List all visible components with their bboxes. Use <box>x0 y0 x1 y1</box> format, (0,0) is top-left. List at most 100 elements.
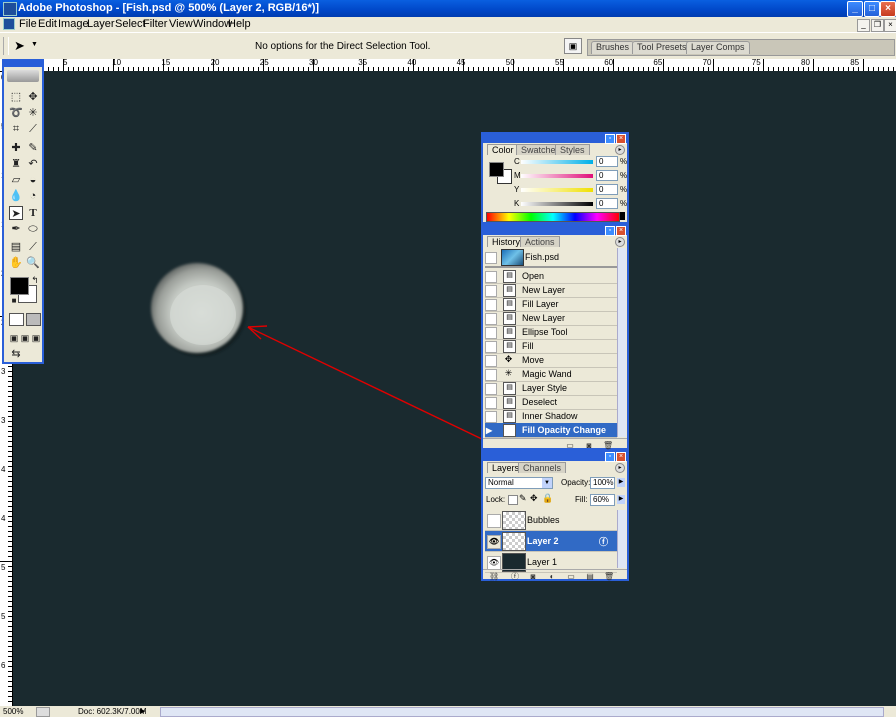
color-spectrum-bar[interactable] <box>486 212 620 222</box>
standard-mode-icon[interactable] <box>9 313 24 326</box>
maximize-button[interactable]: □ <box>864 1 880 17</box>
full-screen-mode-icon[interactable]: ▣ <box>29 331 43 345</box>
history-state[interactable]: ▤ Inner Shadow <box>485 409 617 424</box>
history-source-checkbox[interactable] <box>485 341 497 353</box>
color-palette-header[interactable]: ▫ × <box>483 134 627 144</box>
new-layer-icon[interactable]: ▤ <box>585 572 595 581</box>
dodge-tool-icon[interactable]: ◔ <box>26 189 40 203</box>
lock-transparent-icon[interactable] <box>508 495 518 505</box>
slice-tool-icon[interactable]: ⟋ <box>26 122 40 136</box>
opacity-slider-icon[interactable]: ▶ <box>617 478 625 487</box>
opacity-field[interactable]: 100% <box>590 477 615 489</box>
layers-palette-menu-icon[interactable]: ▸ <box>615 463 625 473</box>
crop-tool-icon[interactable]: ⌗ <box>9 122 23 136</box>
document-canvas[interactable] <box>13 71 896 706</box>
snapshot-source-checkbox[interactable] <box>485 252 497 264</box>
notes-tool-icon[interactable]: ▤ <box>9 240 23 254</box>
well-tab-tool-presets[interactable]: Tool Presets <box>632 41 692 54</box>
history-palette-header[interactable]: ▫ × <box>483 226 627 236</box>
history-state[interactable]: ▤ Fill <box>485 339 617 354</box>
eyedropper-tool-icon[interactable]: ⟋ <box>26 240 40 254</box>
fill-slider-icon[interactable]: ▶ <box>617 495 625 504</box>
healing-brush-tool-icon[interactable]: ✚ <box>9 141 23 155</box>
history-state[interactable]: ✳ Magic Wand <box>485 367 617 382</box>
menu-image[interactable]: Image <box>58 18 89 30</box>
channel-k-slider[interactable] <box>521 202 593 206</box>
type-tool-icon[interactable]: T <box>26 206 40 220</box>
menu-help[interactable]: Help <box>228 18 251 30</box>
fill-field[interactable]: 60% <box>590 494 615 506</box>
lock-all-icon[interactable]: 🔒 <box>542 493 553 504</box>
lock-image-icon[interactable]: ✎ <box>519 493 527 504</box>
history-palette-minimize-icon[interactable]: ▫ <box>605 226 615 236</box>
new-snapshot-icon[interactable]: ◙ <box>584 441 594 450</box>
direct-selection-tool-button[interactable]: ➤ <box>9 206 23 220</box>
hand-tool-icon[interactable]: ✋ <box>9 256 23 270</box>
lasso-tool-icon[interactable]: ➰ <box>9 106 23 120</box>
history-source-checkbox[interactable] <box>485 397 497 409</box>
status-menu-icon[interactable]: ▶ <box>140 707 148 715</box>
menu-edit[interactable]: Edit <box>38 18 57 30</box>
color-palette-minimize-icon[interactable]: ▫ <box>605 134 615 144</box>
paint-bucket-tool-icon[interactable]: ◒ <box>26 173 40 187</box>
history-source-checkbox[interactable] <box>485 313 497 325</box>
adobe-online-icon[interactable] <box>7 70 39 82</box>
pen-tool-icon[interactable]: ✒ <box>9 222 23 236</box>
minimize-button[interactable]: _ <box>847 1 863 17</box>
new-document-from-state-icon[interactable]: ▭ <box>565 441 575 450</box>
ellipse-tool-icon[interactable]: ⬭ <box>26 222 40 236</box>
well-tab-brushes[interactable]: Brushes <box>591 41 635 54</box>
history-state[interactable]: ▤ New Layer <box>485 283 617 298</box>
brush-tool-icon[interactable]: ✎ <box>26 141 40 155</box>
channel-m-slider[interactable] <box>521 174 593 178</box>
blur-tool-icon[interactable]: 💧 <box>9 189 23 203</box>
menu-layer[interactable]: Layer <box>87 18 115 30</box>
doc-restore-icon[interactable]: ❐ <box>871 19 884 32</box>
color-fg-swatch[interactable] <box>489 162 504 177</box>
default-colors-icon[interactable]: ■ <box>7 294 21 308</box>
menu-file[interactable]: File <box>19 18 37 30</box>
tab-channels[interactable]: Channels <box>518 462 567 473</box>
doc-close-icon[interactable]: × <box>884 19 896 32</box>
history-state-selected[interactable]: ▶ ▤ Fill Opacity Change <box>485 423 617 438</box>
history-state-slider-icon[interactable]: ▶ <box>486 426 492 435</box>
link-layers-icon[interactable]: ⛓ <box>489 572 499 581</box>
channel-y-slider[interactable] <box>521 188 593 192</box>
history-state[interactable]: ▤ New Layer <box>485 311 617 326</box>
history-source-checkbox[interactable] <box>485 299 497 311</box>
eraser-tool-icon[interactable]: ▱ <box>9 173 23 187</box>
history-source-checkbox[interactable] <box>485 369 497 381</box>
add-layer-mask-icon[interactable]: ◙ <box>528 572 538 581</box>
history-brush-tool-icon[interactable]: ↶ <box>26 157 40 171</box>
history-state[interactable]: ▤ Deselect <box>485 395 617 410</box>
tab-styles[interactable]: Styles <box>555 144 590 155</box>
layers-palette-close-icon[interactable]: × <box>616 452 626 462</box>
history-source-checkbox[interactable] <box>485 383 497 395</box>
channel-y-field[interactable]: 0 <box>596 184 618 195</box>
zoom-level[interactable]: 500% <box>3 707 23 716</box>
history-state[interactable]: ✥ Move <box>485 353 617 368</box>
marquee-tool-icon[interactable]: ⬚ <box>9 90 23 104</box>
tab-actions[interactable]: Actions <box>520 236 560 247</box>
history-source-checkbox[interactable] <box>485 271 497 283</box>
well-tab-layer-comps[interactable]: Layer Comps <box>686 41 750 54</box>
options-grip[interactable] <box>3 37 9 55</box>
layers-palette-minimize-icon[interactable]: ▫ <box>605 452 615 462</box>
tool-preset-dropdown-icon[interactable]: ▼ <box>31 41 38 48</box>
delete-layer-icon[interactable]: 🗑 <box>604 572 614 581</box>
history-scrollbar[interactable] <box>617 248 626 437</box>
eye-icon[interactable]: 👁 <box>487 556 501 570</box>
spectrum-black-swatch[interactable] <box>620 212 625 220</box>
history-state[interactable]: ▤ Open <box>485 269 617 284</box>
file-browser-icon[interactable]: ▣ <box>564 38 582 54</box>
menu-select[interactable]: Select <box>115 18 146 30</box>
close-button[interactable]: × <box>880 1 896 17</box>
move-tool-icon[interactable]: ✥ <box>26 90 40 104</box>
history-source-checkbox[interactable] <box>485 327 497 339</box>
delete-state-icon[interactable]: 🗑 <box>603 441 613 450</box>
menu-filter[interactable]: Filter <box>143 18 167 30</box>
history-source-checkbox[interactable] <box>485 411 497 423</box>
layer-row-layer-2[interactable]: 👁 Layer 2 ⓕ <box>485 531 617 552</box>
history-state[interactable]: ▤ Layer Style <box>485 381 617 396</box>
history-source-checkbox[interactable] <box>485 355 497 367</box>
